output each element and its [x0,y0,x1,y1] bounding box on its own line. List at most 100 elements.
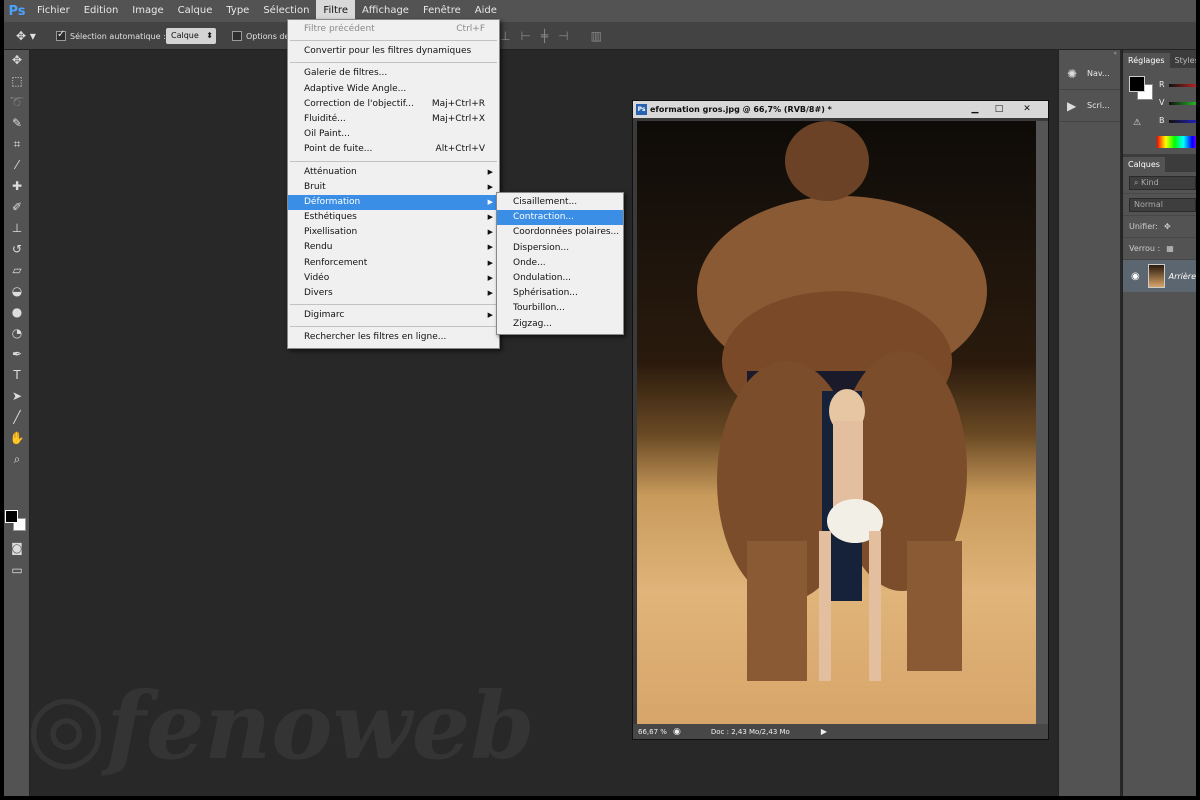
distort-menu-item-zigzag[interactable]: Zigzag... [497,317,623,332]
image-canvas[interactable] [637,121,1037,725]
maximize-icon[interactable]: □ [988,103,1010,116]
blur-tool-icon[interactable]: ● [4,302,30,323]
menu-type[interactable]: Type [219,0,256,22]
layer-kind-filter[interactable]: ⌕ Kind [1129,175,1196,190]
layer-background[interactable]: ◉ Arrière [1123,260,1196,292]
panel-scripts[interactable]: ▶ Scri... [1059,90,1120,122]
move-tool-icon[interactable]: ✥ [4,50,30,71]
align-bottom-icon[interactable]: ⊥ [500,29,510,43]
align-left-icon[interactable]: ⊢ [520,29,530,43]
document-title-bar[interactable]: Ps eformation gros.jpg @ 66,7% (RVB/8#) … [633,101,1048,118]
brush-tool-icon[interactable]: ✐ [4,197,30,218]
color-swatches[interactable] [5,510,29,536]
filter-menu-item-digimarc[interactable]: Digimarc ▶ [288,308,499,323]
filter-menu-item-attenuation[interactable]: Atténuation ▶ [288,165,499,180]
sumo-photo [697,121,987,681]
filter-menu-item-fluidite[interactable]: Fluidité... Maj+Ctrl+X [288,112,499,127]
filter-menu-item-rendu[interactable]: Rendu ▶ [288,240,499,255]
type-tool-icon[interactable]: T [4,365,30,386]
filter-menu-item-point-de-fuite[interactable]: Point de fuite... Alt+Ctrl+V [288,142,499,157]
lock-pixels-icon[interactable]: ▦ [1166,244,1174,253]
foreground-color-swatch[interactable] [5,510,18,523]
unify-position-icon[interactable]: ✥ [1164,222,1171,231]
distort-menu-item-ondulation[interactable]: Ondulation... [497,271,623,286]
paint-bucket-tool-icon[interactable]: ◒ [4,281,30,302]
zoom-tool-icon[interactable]: ⌕ [4,449,30,470]
distort-menu-item-tourbillon[interactable]: Tourbillon... [497,301,623,316]
status-menu-icon[interactable]: ◉ [673,727,681,737]
quick-mask-icon[interactable]: ◙ [4,538,30,559]
blue-slider[interactable] [1169,120,1196,123]
marquee-tool-icon[interactable]: ⬚ [4,71,30,92]
eyedropper-tool-icon[interactable]: ⁄ [4,155,30,176]
transform-options[interactable]: Options de [232,27,289,45]
green-slider[interactable] [1169,102,1196,105]
tools-panel: ✥ ⬚ ➰ ✎ ⌗ ⁄ ✚ ✐ ⊥ ↺ ▱ ◒ ● ◔ ✒ T ➤ ╱ ✋ ⌕ … [4,50,30,796]
panel-navigator[interactable]: ✺ Nav... [1059,58,1120,90]
menu-edition[interactable]: Edition [77,0,126,22]
tab-reglages[interactable]: Réglages [1123,53,1170,68]
crop-tool-icon[interactable]: ⌗ [4,134,30,155]
filter-menu-item-divers[interactable]: Divers ▶ [288,286,499,301]
filter-menu-item-pixellisation[interactable]: Pixellisation ▶ [288,225,499,240]
history-brush-tool-icon[interactable]: ↺ [4,239,30,260]
filter-menu-item-deformation[interactable]: Déformation ▶ [288,194,499,211]
filter-menu-item-adaptive-wide-angle[interactable]: Adaptive Wide Angle... [288,82,499,97]
vertical-scrollbar[interactable] [1036,121,1048,725]
filter-menu-item-esthetiques[interactable]: Esthétiques ▶ [288,210,499,225]
pen-tool-icon[interactable]: ✒ [4,344,30,365]
menu-image[interactable]: Image [125,0,170,22]
transform-checkbox[interactable] [232,31,242,41]
auto-select-option[interactable]: Sélection automatique : [56,27,166,45]
filter-menu-item-oil-paint[interactable]: Oil Paint... [288,127,499,142]
status-arrow-icon[interactable]: ▶ [821,727,827,736]
eraser-tool-icon[interactable]: ▱ [4,260,30,281]
submenu-arrow-icon: ▶ [487,311,493,320]
auto-select-dropdown[interactable]: Calque ⬍ [166,27,216,45]
distort-menu-item-spherisation[interactable]: Sphérisation... [497,286,623,301]
lasso-tool-icon[interactable]: ➰ [4,92,30,113]
eye-icon[interactable]: ◉ [1131,271,1148,282]
path-select-tool-icon[interactable]: ➤ [4,386,30,407]
color-fg-swatch[interactable] [1129,76,1145,92]
blend-mode-select[interactable]: Normal [1129,197,1196,212]
auto-align-icon[interactable]: ▥ [591,29,602,43]
menu-calque[interactable]: Calque [171,0,220,22]
filter-menu-item-galerie-de-filtres[interactable]: Galerie de filtres... [288,66,499,81]
tab-calques[interactable]: Calques [1123,157,1165,172]
filter-menu-item-video[interactable]: Vidéo ▶ [288,271,499,286]
quick-select-tool-icon[interactable]: ✎ [4,113,30,134]
distort-menu-item-cisaillement[interactable]: Cisaillement... [497,195,623,210]
clone-stamp-tool-icon[interactable]: ⊥ [4,218,30,239]
expand-dock-icon[interactable]: « [1059,50,1120,58]
menu-item-label: Fluidité... [304,113,346,124]
distort-menu-item-onde[interactable]: Onde... [497,256,623,271]
menu-fichier[interactable]: Fichier [30,0,77,22]
red-slider[interactable] [1169,84,1196,87]
move-tool-preset[interactable]: ✥ ▾ [16,27,36,45]
menu-item-label: Zigzag... [513,318,552,329]
align-right-icon[interactable]: ⊣ [558,29,568,43]
distort-menu-item-contraction[interactable]: Contraction... [497,210,623,226]
distort-menu-item-coordonnees-polaires[interactable]: Coordonnées polaires... [497,225,623,240]
filter-menu-item-convertir-pour-les-filtres-dynamiques[interactable]: Convertir pour les filtres dynamiques [288,44,499,59]
hand-tool-icon[interactable]: ✋ [4,428,30,449]
filter-menu-item-correction-de-l-objectif[interactable]: Correction de l'objectif... Maj+Ctrl+R [288,97,499,112]
menu-item-label: Déformation [304,196,361,207]
tab-styles[interactable]: Styles [1170,53,1197,68]
color-spectrum[interactable] [1157,136,1196,148]
filter-menu-item-bruit[interactable]: Bruit ▶ [288,180,499,195]
distort-menu-item-dispersion[interactable]: Dispersion... [497,241,623,256]
line-tool-icon[interactable]: ╱ [4,407,30,428]
auto-select-checkbox[interactable] [56,29,66,41]
healing-brush-tool-icon[interactable]: ✚ [4,176,30,197]
zoom-field[interactable]: 66,67 % [633,728,673,736]
align-center-icon[interactable]: ╪ [541,29,548,43]
filter-menu-item-rechercher-les-filtres-en-ligne[interactable]: Rechercher les filtres en ligne... [288,330,499,345]
dodge-tool-icon[interactable]: ◔ [4,323,30,344]
unify-label: Unifier: [1129,222,1158,231]
screen-mode-icon[interactable]: ▭ [4,560,30,581]
minimize-icon[interactable]: ▁ [964,103,986,116]
filter-menu-item-renforcement[interactable]: Renforcement ▶ [288,256,499,271]
close-icon[interactable]: ✕ [1016,103,1038,116]
